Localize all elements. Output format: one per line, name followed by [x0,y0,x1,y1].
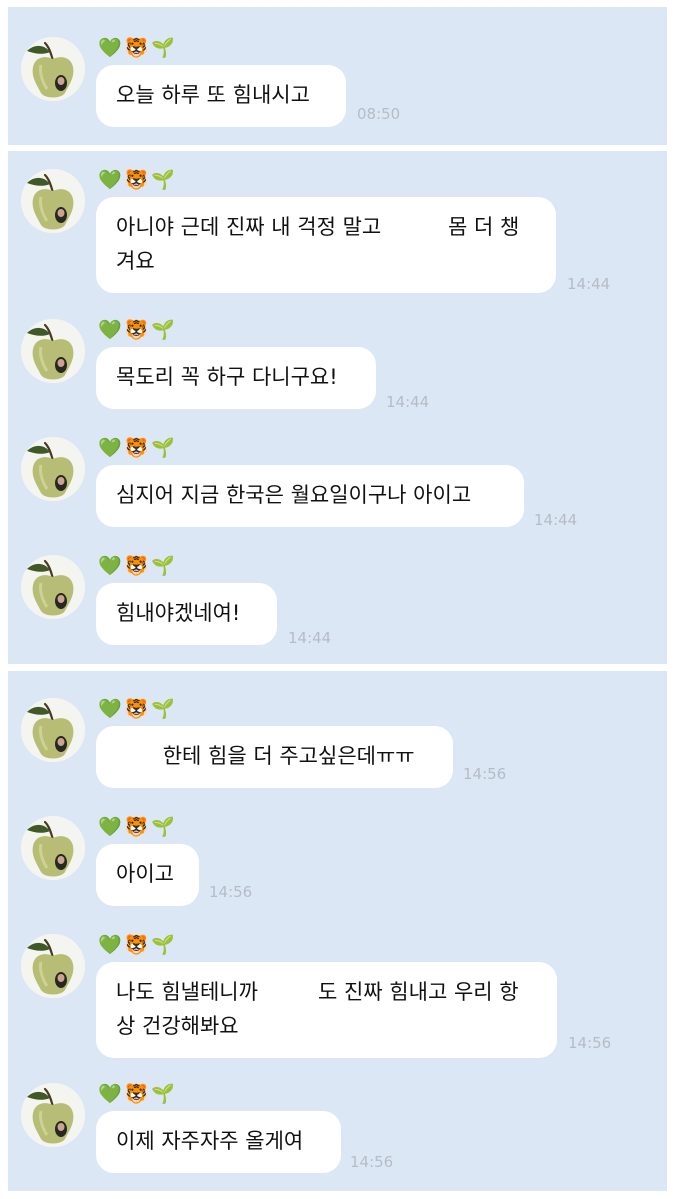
sender-name[interactable]: 💚 🐯 🌱 [98,1081,175,1107]
seedling-icon: 🌱 [151,698,176,720]
avatar[interactable] [21,1083,85,1147]
green-heart-icon: 💚 [98,37,122,59]
avatar[interactable] [21,37,85,101]
green-heart-icon: 💚 [98,698,122,720]
seedling-icon: 🌱 [151,555,176,577]
seedling-icon: 🌱 [151,319,176,341]
message-time: 14:56 [209,883,253,901]
tiger-icon: 🐯 [124,1083,149,1105]
apple-avatar-image [21,437,85,501]
seedling-icon: 🌱 [151,934,176,956]
sender-name[interactable]: 💚 🐯 🌱 [98,317,175,343]
green-heart-icon: 💚 [98,169,122,191]
chat-panel-2: 💚 🐯 🌱 아니야 근데 진짜 내 걱정 말고 몸 더 챙 겨요 14:44 💚 🐯 🌱… [8,151,667,664]
tiger-icon: 🐯 [124,37,149,59]
green-heart-icon: 💚 [98,319,122,341]
green-heart-icon: 💚 [98,934,122,956]
tiger-icon: 🐯 [124,319,149,341]
apple-avatar-image [21,816,85,880]
seedling-icon: 🌱 [151,169,176,191]
message-bubble[interactable]: 한테 힘을 더 주고싶은데ㅠㅠ [96,726,453,788]
tiger-icon: 🐯 [124,698,149,720]
tiger-icon: 🐯 [124,169,149,191]
message-bubble[interactable]: 힘내야겠네여! [96,583,277,645]
avatar[interactable] [21,698,85,762]
chat-panel-1: 💚 🐯 🌱 오늘 하루 또 힘내시고 08:50 [8,7,667,145]
message-time: 14:56 [350,1153,394,1171]
tiger-icon: 🐯 [124,437,149,459]
seedling-icon: 🌱 [151,816,176,838]
message-bubble[interactable]: 심지어 지금 한국은 월요일이구나 아이고 [96,465,524,527]
tiger-icon: 🐯 [124,555,149,577]
seedling-icon: 🌱 [151,1083,176,1105]
message-time: 14:44 [288,629,332,647]
apple-avatar-image [21,37,85,101]
sender-name[interactable]: 💚 🐯 🌱 [98,932,175,958]
avatar[interactable] [21,555,85,619]
sender-name[interactable]: 💚 🐯 🌱 [98,814,175,840]
message-bubble[interactable]: 나도 힘낼테니까 도 진짜 힘내고 우리 항 상 건강해봐요 [96,962,557,1058]
apple-avatar-image [21,1083,85,1147]
apple-avatar-image [21,934,85,998]
message-bubble[interactable]: 이제 자주자주 올게여 [96,1111,341,1173]
avatar[interactable] [21,816,85,880]
seedling-icon: 🌱 [151,437,176,459]
sender-name[interactable]: 💚 🐯 🌱 [98,35,175,61]
avatar[interactable] [21,319,85,383]
message-time: 14:44 [386,393,430,411]
apple-avatar-image [21,698,85,762]
message-time: 14:56 [463,765,507,783]
sender-name[interactable]: 💚 🐯 🌱 [98,696,175,722]
message-bubble[interactable]: 아니야 근데 진짜 내 걱정 말고 몸 더 챙 겨요 [96,197,556,293]
green-heart-icon: 💚 [98,555,122,577]
green-heart-icon: 💚 [98,437,122,459]
tiger-icon: 🐯 [124,816,149,838]
avatar[interactable] [21,169,85,233]
apple-avatar-image [21,319,85,383]
sender-name[interactable]: 💚 🐯 🌱 [98,553,175,579]
chat-panel-3: 💚 🐯 🌱 한테 힘을 더 주고싶은데ㅠㅠ 14:56 💚 🐯 🌱 아이고 14:56 … [8,671,667,1191]
tiger-icon: 🐯 [124,934,149,956]
apple-avatar-image [21,555,85,619]
seedling-icon: 🌱 [151,37,176,59]
sender-name[interactable]: 💚 🐯 🌱 [98,435,175,461]
message-time: 14:44 [534,511,578,529]
message-time: 14:56 [568,1034,612,1052]
apple-avatar-image [21,169,85,233]
sender-name[interactable]: 💚 🐯 🌱 [98,167,175,193]
avatar[interactable] [21,934,85,998]
message-bubble[interactable]: 목도리 꼭 하구 다니구요! [96,347,376,409]
green-heart-icon: 💚 [98,816,122,838]
green-heart-icon: 💚 [98,1083,122,1105]
message-bubble[interactable]: 오늘 하루 또 힘내시고 [96,65,346,127]
message-time: 14:44 [567,275,611,293]
avatar[interactable] [21,437,85,501]
message-time: 08:50 [357,105,401,123]
message-bubble[interactable]: 아이고 [96,844,199,906]
